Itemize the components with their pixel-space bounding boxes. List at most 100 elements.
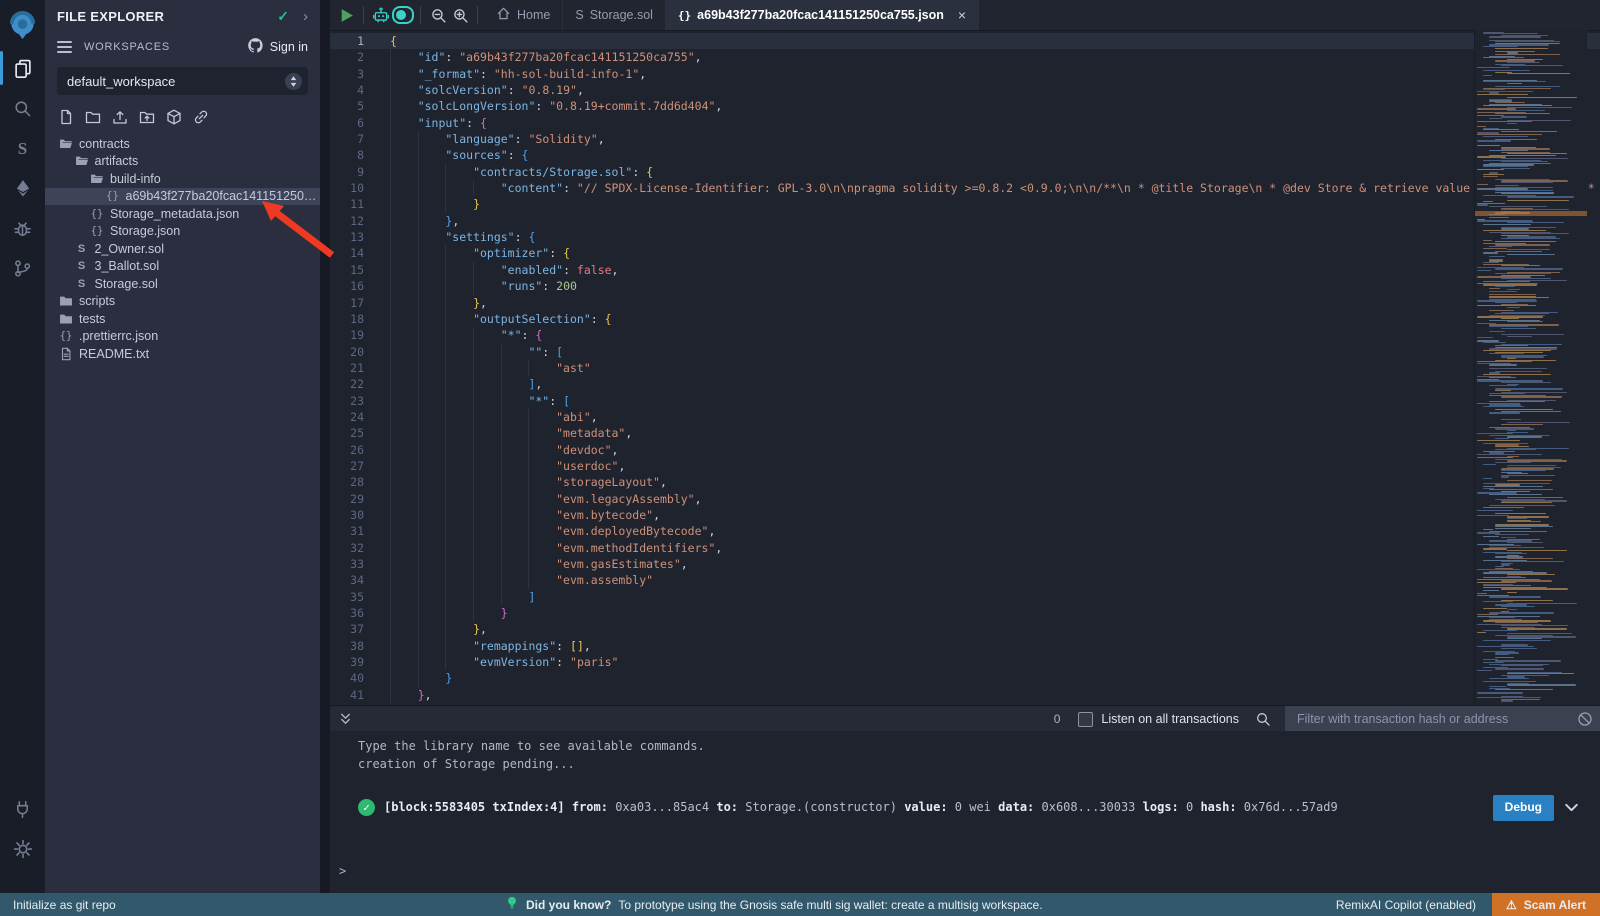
workspace-select[interactable]: default_workspace: [57, 67, 308, 95]
ai-copilot-icon[interactable]: [370, 0, 392, 30]
activity-deploy-run-icon[interactable]: [0, 168, 45, 208]
upload-folder-icon[interactable]: [139, 109, 155, 125]
run-script-button[interactable]: [335, 0, 357, 30]
tree-item[interactable]: {} a69b43f277ba20fcac141151250ca7...: [45, 188, 320, 206]
line-number: 19: [330, 327, 378, 343]
transaction-filter: [1285, 706, 1600, 732]
code-line: 15 "enabled": false,: [330, 262, 1600, 278]
terminal-collapse-button[interactable]: [338, 712, 353, 727]
scam-alert-badge[interactable]: ⚠ Scam Alert: [1492, 893, 1600, 916]
activity-git-icon[interactable]: [0, 248, 45, 288]
listen-checkbox[interactable]: [1078, 712, 1093, 727]
status-bar: Initialize as git repo Did you know? To …: [0, 893, 1600, 916]
activity-file-explorer-icon[interactable]: [0, 48, 45, 88]
tree-item-label: Storage.json: [110, 224, 180, 238]
terminal[interactable]: Type the library name to see available c…: [330, 731, 1600, 893]
tree-item-label: Storage_metadata.json: [110, 207, 239, 221]
copilot-status[interactable]: RemixAI Copilot (enabled): [1336, 898, 1476, 912]
line-number: 15: [330, 262, 378, 278]
tree-item[interactable]: scripts: [45, 293, 320, 311]
tree-item[interactable]: S 3_Ballot.sol: [45, 258, 320, 276]
tree-item[interactable]: README.txt: [45, 345, 320, 363]
line-number: 5: [330, 98, 378, 114]
line-number: 10: [330, 180, 378, 196]
line-number: 8: [330, 147, 378, 163]
git-init-button[interactable]: Initialize as git repo: [13, 898, 116, 912]
tree-item-label: .prettierrc.json: [79, 329, 158, 343]
tree-item[interactable]: S 2_Owner.sol: [45, 240, 320, 258]
remix-logo[interactable]: [0, 2, 45, 48]
expand-transaction-icon[interactable]: [1563, 799, 1580, 816]
file-explorer-toolbar: [45, 95, 320, 131]
code-line: 22 ],: [330, 376, 1600, 392]
tab-a69b43f277ba20fcac141151250ca755.json[interactable]: {} a69b43f277ba20fcac141151250ca755.json…: [666, 0, 979, 30]
line-number: 33: [330, 556, 378, 572]
new-file-icon[interactable]: [58, 109, 74, 125]
line-number: 4: [330, 82, 378, 98]
activity-solidity-compiler-icon[interactable]: S: [0, 128, 45, 168]
tree-item[interactable]: artifacts: [45, 153, 320, 171]
activity-plugin-manager-icon[interactable]: [0, 789, 45, 829]
tree-item[interactable]: S Storage.sol: [45, 275, 320, 293]
folder-open-icon: [89, 172, 105, 186]
debug-button[interactable]: Debug: [1493, 795, 1554, 821]
code-line: 25 "metadata",: [330, 425, 1600, 441]
check-icon[interactable]: ✓: [277, 8, 289, 25]
code-line: 17 },: [330, 295, 1600, 311]
panel-header: FILE EXPLORER ✓ ›: [45, 0, 320, 32]
tab-Home[interactable]: Home: [484, 0, 563, 30]
code-line: 7 "language": "Solidity",: [330, 131, 1600, 147]
code-line: 28 "storageLayout",: [330, 474, 1600, 490]
code-line: 9 "contracts/Storage.sol": {: [330, 164, 1600, 180]
sign-in-button[interactable]: Sign in: [247, 37, 308, 57]
main-area: Home S Storage.sol {} a69b43f277ba20fcac…: [330, 0, 1600, 893]
code-line: 35 ]: [330, 589, 1600, 605]
warning-icon: ⚠: [1506, 898, 1517, 912]
clear-filter-icon[interactable]: [1577, 711, 1593, 727]
terminal-search-icon[interactable]: [1255, 711, 1271, 727]
code-editor[interactable]: 1 { 2 "id": "a69b43f277ba20fcac141151250…: [330, 30, 1600, 705]
line-number: 11: [330, 196, 378, 212]
tree-item[interactable]: tests: [45, 310, 320, 328]
folder-closed-icon: [58, 294, 74, 308]
workspaces-menu-icon[interactable]: [57, 41, 72, 53]
line-number: 16: [330, 278, 378, 294]
tree-item[interactable]: {} Storage_metadata.json: [45, 205, 320, 223]
terminal-prompt[interactable]: >: [339, 863, 346, 881]
line-number: 18: [330, 311, 378, 327]
line-number: 12: [330, 213, 378, 229]
line-number: 17: [330, 295, 378, 311]
line-number: 20: [330, 344, 378, 360]
minimap[interactable]: [1474, 30, 1587, 705]
panel-resize-handle[interactable]: [320, 0, 330, 893]
tab-Storage.sol[interactable]: S Storage.sol: [563, 0, 666, 30]
activity-debugger-icon[interactable]: [0, 208, 45, 248]
workspace-template-icon[interactable]: [166, 109, 182, 125]
line-number: 32: [330, 540, 378, 556]
chevron-right-icon[interactable]: ›: [303, 8, 308, 25]
copilot-toggle[interactable]: [392, 0, 414, 30]
clone-repository-icon[interactable]: [193, 109, 209, 125]
tree-item[interactable]: {} Storage.json: [45, 223, 320, 241]
tree-item[interactable]: {} .prettierrc.json: [45, 328, 320, 346]
tree-item[interactable]: build-info: [45, 170, 320, 188]
file-icon: [58, 347, 74, 361]
tree-item[interactable]: contracts: [45, 135, 320, 153]
scam-alert-label: Scam Alert: [1524, 898, 1586, 912]
transaction-row[interactable]: ✓ [block:5583405 txIndex:4] from: 0xa03.…: [358, 795, 1584, 821]
close-icon[interactable]: ×: [958, 7, 966, 23]
activity-settings-icon[interactable]: [0, 829, 45, 869]
folder-closed-icon: [58, 312, 74, 326]
line-number: 7: [330, 131, 378, 147]
zoom-in-button[interactable]: [449, 0, 471, 30]
code-line: 6 "input": {: [330, 115, 1600, 131]
activity-search-icon[interactable]: [0, 88, 45, 128]
line-number: 38: [330, 638, 378, 654]
code-line: 34 "evm.assembly": [330, 572, 1600, 588]
zoom-out-button[interactable]: [427, 0, 449, 30]
tree-item-label: contracts: [79, 137, 130, 151]
transaction-filter-input[interactable]: [1285, 706, 1600, 732]
new-folder-icon[interactable]: [85, 109, 101, 125]
code-line: 20 "": [: [330, 344, 1600, 360]
upload-file-icon[interactable]: [112, 109, 128, 125]
